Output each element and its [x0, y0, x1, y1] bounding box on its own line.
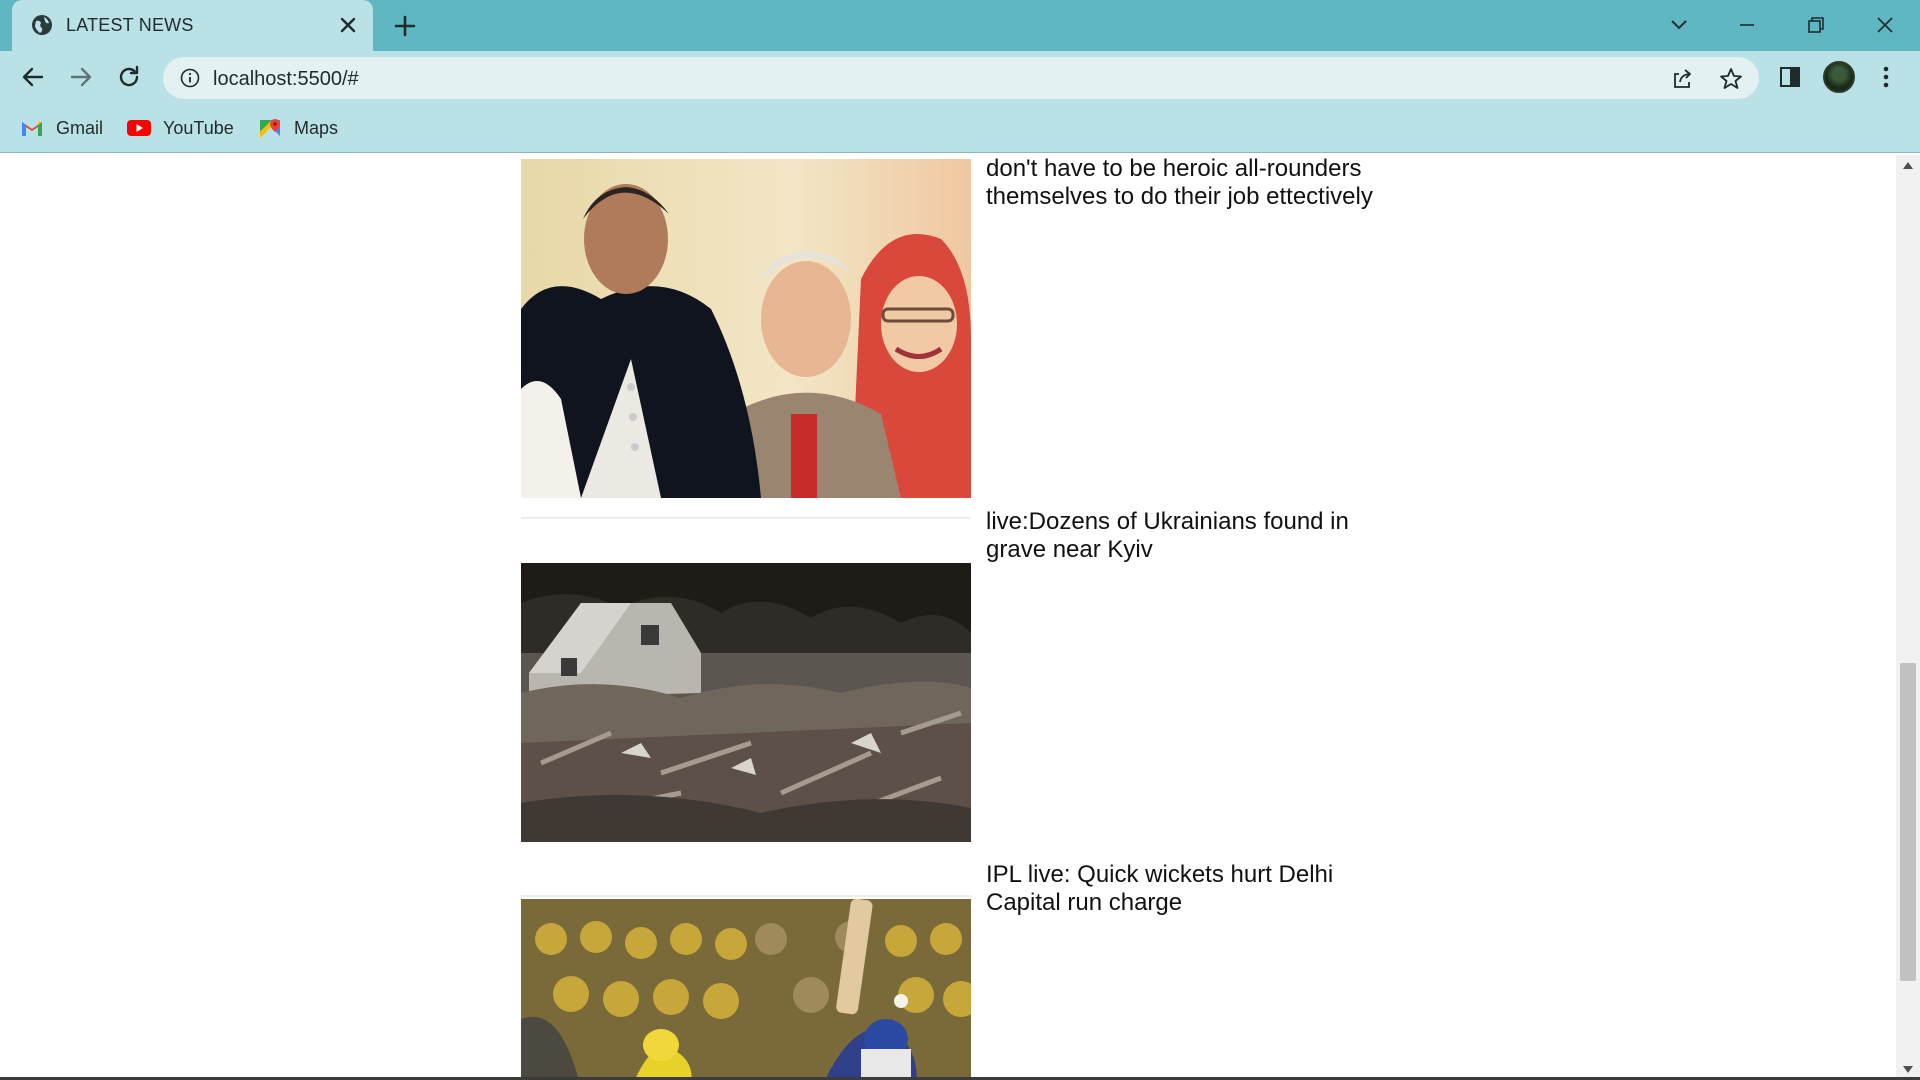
news-headline[interactable]: live:Dozens of Ukrainians found in grave… — [986, 508, 1406, 564]
restore-icon[interactable] — [1800, 9, 1832, 41]
scroll-down-arrow-icon[interactable] — [1903, 1066, 1913, 1073]
side-panel-icon[interactable] — [1776, 63, 1804, 91]
bookmark-star-icon[interactable] — [1718, 66, 1744, 92]
maps-icon — [260, 119, 280, 138]
more-menu-icon[interactable] — [1876, 63, 1896, 91]
tab-strip: LATEST NEWS — [0, 0, 1920, 51]
divider — [521, 895, 971, 897]
reload-icon[interactable] — [114, 62, 144, 92]
page-scrollbar[interactable] — [1896, 155, 1920, 1080]
gmail-icon — [22, 122, 42, 136]
minimize-icon[interactable] — [1731, 9, 1763, 41]
destroyed-house-photo — [521, 563, 971, 842]
address-bar[interactable]: localhost:5500/# — [163, 57, 1759, 99]
cricket-batsman-photo — [521, 899, 971, 1080]
tab-title: LATEST NEWS — [66, 15, 194, 35]
bookmark-gmail[interactable]: Gmail — [20, 116, 103, 140]
window-close-icon[interactable] — [1869, 9, 1901, 41]
news-headline[interactable]: don't have to be heroic all-rounders the… — [986, 155, 1406, 211]
bookmark-youtube[interactable]: YouTube — [127, 116, 234, 140]
page-viewport: don't have to be heroic all-rounders the… — [0, 155, 1896, 1080]
site-info-icon[interactable] — [180, 68, 200, 88]
browser-toolbar: localhost:5500/# — [0, 51, 1920, 104]
tab-search-icon[interactable] — [1663, 9, 1695, 41]
scroll-up-arrow-icon[interactable] — [1903, 162, 1913, 169]
news-image-destroyed-house[interactable] — [521, 563, 971, 842]
bookmarks-bar: Gmail YouTube Maps — [0, 104, 1920, 153]
new-tab-icon[interactable] — [392, 13, 418, 39]
news-image-politicians[interactable] — [521, 159, 971, 498]
news-headline[interactable]: IPL live: Quick wickets hurt Delhi Capit… — [986, 861, 1406, 917]
youtube-icon — [127, 120, 151, 136]
active-tab[interactable]: LATEST NEWS — [12, 0, 373, 51]
scroll-thumb[interactable] — [1900, 663, 1916, 981]
globe-icon — [32, 15, 52, 35]
close-icon[interactable] — [336, 13, 360, 37]
share-icon[interactable] — [1669, 66, 1695, 92]
profile-avatar[interactable] — [1823, 61, 1855, 93]
url-text[interactable]: localhost:5500/# — [213, 68, 359, 91]
bookmark-maps[interactable]: Maps — [258, 116, 338, 140]
news-image-cricket[interactable] — [521, 899, 971, 1080]
politicians-photo — [521, 159, 971, 498]
divider — [521, 517, 971, 519]
back-icon[interactable] — [18, 62, 48, 92]
forward-icon[interactable] — [66, 62, 96, 92]
